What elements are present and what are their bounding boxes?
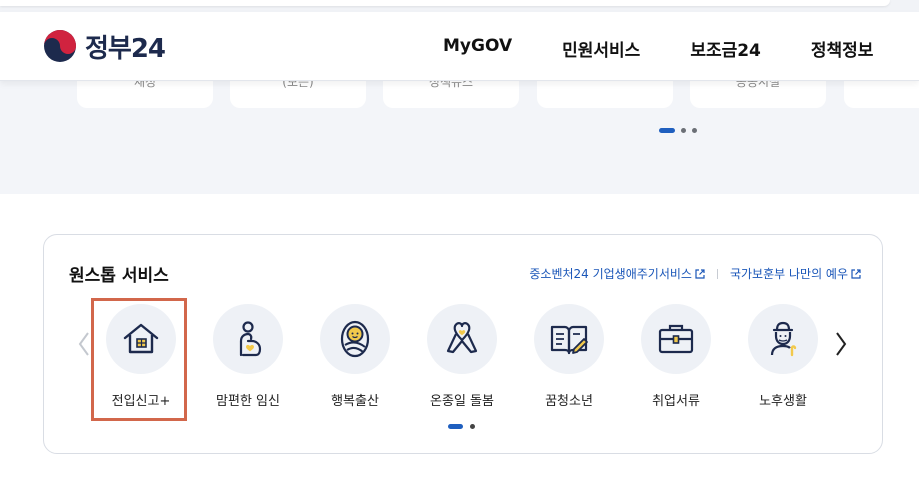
banner-card-label: 재정 (133, 81, 157, 89)
banner-page-dot[interactable] (659, 128, 675, 133)
service-icon-circle (748, 304, 818, 374)
banner-card-label: 공공시설 (735, 81, 781, 89)
banner-card-label: 정책뉴스 (428, 81, 474, 89)
site-logo[interactable]: 정부24 (43, 29, 166, 64)
panel-title: 원스톱 서비스 (69, 266, 169, 286)
service-pregnancy[interactable]: 맘편한 임신 (198, 304, 298, 409)
nav-civil-service[interactable]: 민원서비스 (562, 36, 640, 61)
service-dream-youth[interactable]: 꿈청소년 (519, 304, 619, 409)
nav-subsidy24[interactable]: 보조금24 (690, 36, 761, 61)
service-icon-circle (213, 304, 283, 374)
chevron-right-icon (836, 332, 847, 356)
service-label: 맘편한 임신 (216, 394, 280, 409)
banner-card[interactable]: 공공시설 (690, 81, 826, 108)
elderly-person-icon (770, 321, 797, 357)
service-icon-circle (320, 304, 390, 374)
banner-card[interactable]: 정책뉴스 (383, 81, 519, 108)
external-link-icon (695, 268, 705, 279)
briefcase-icon (658, 324, 694, 354)
service-label: 꿈청소년 (545, 394, 593, 409)
service-label: 온종일 돌봄 (430, 394, 494, 409)
nav-policy-info[interactable]: 정책정보 (811, 36, 874, 61)
care-ribbon-icon (446, 322, 478, 354)
banner-page-dot[interactable] (681, 128, 686, 133)
link-divider (716, 268, 718, 279)
veterans-honor-link[interactable]: 국가보훈부 나만의 예우 (730, 265, 861, 282)
service-all-day-care[interactable]: 온종일 돌봄 (412, 304, 512, 409)
onestop-service-panel: 원스톱 서비스 중소벤처24 기업생애주기서비스 국가보훈부 나만의 예우 전입… (43, 234, 883, 454)
panel-links: 중소벤처24 기업생애주기서비스 국가보훈부 나만의 예우 (529, 265, 861, 282)
service-label: 노후생활 (759, 394, 807, 409)
open-book-pencil-icon (550, 325, 588, 355)
service-page-dot[interactable] (470, 424, 475, 429)
newborn-baby-icon (340, 320, 370, 358)
taegeuk-logo-icon (44, 30, 76, 62)
search-bar-edge (0, 0, 890, 6)
banner-pagination (659, 128, 697, 133)
chevron-left-icon (78, 332, 89, 356)
external-link-icon (851, 268, 861, 279)
service-job-documents[interactable]: 취업서류 (626, 304, 726, 409)
service-icon-circle (641, 304, 711, 374)
service-pagination (448, 424, 475, 429)
pregnancy-icon (239, 321, 262, 357)
service-happy-birth[interactable]: 행복출산 (305, 304, 405, 409)
top-strip (0, 0, 919, 12)
banner-card[interactable]: 재정 (77, 81, 213, 108)
service-label: 취업서류 (652, 394, 700, 409)
banner-card[interactable] (844, 81, 919, 108)
banner-card[interactable] (537, 81, 673, 108)
banner-page-dot[interactable] (692, 128, 697, 133)
carousel-next-button[interactable] (834, 331, 848, 357)
logo-text: 정부24 (85, 33, 166, 64)
service-retirement-life[interactable]: 노후생활 (733, 304, 833, 409)
carousel-prev-button[interactable] (77, 331, 91, 357)
service-label: 행복출산 (331, 394, 379, 409)
site-header: 정부24 MyGOV 민원서비스 보조금24 정책정보 (0, 12, 919, 81)
link-label: 국가보훈부 나만의 예우 (729, 267, 848, 281)
link-label: 중소벤처24 기업생애주기서비스 (529, 267, 692, 281)
service-page-dot[interactable] (448, 424, 463, 429)
service-icon-circle (534, 304, 604, 374)
service-icon-circle (427, 304, 497, 374)
nav-mygov[interactable]: MyGOV (443, 36, 512, 61)
banner-area: 재정 (모든) 정책뉴스 공공시설 (0, 81, 919, 194)
sme24-lifecycle-link[interactable]: 중소벤처24 기업생애주기서비스 (529, 265, 705, 282)
main-nav: MyGOV 민원서비스 보조금24 정책정보 (443, 36, 919, 61)
banner-card[interactable]: (모든) (230, 81, 366, 108)
banner-card-label: (모든) (282, 81, 314, 89)
selected-service-highlight (91, 298, 187, 421)
